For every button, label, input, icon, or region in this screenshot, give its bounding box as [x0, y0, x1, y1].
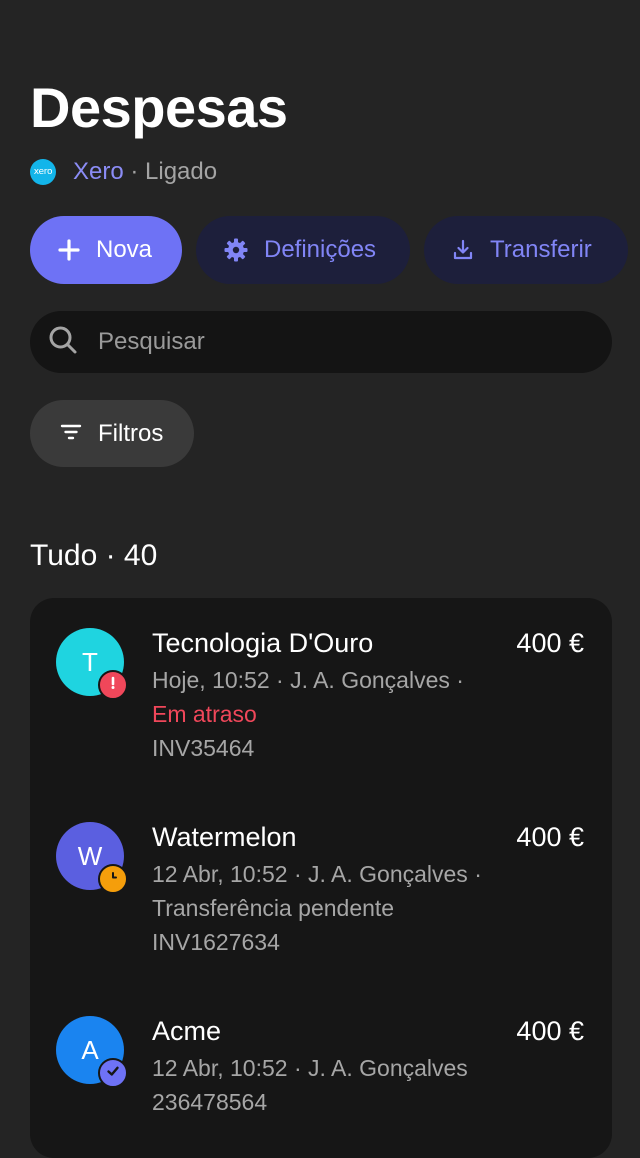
expense-status: Em atraso: [152, 701, 257, 727]
expense-amount: 400 €: [516, 1016, 584, 1046]
expense-status: Transferência pendente: [152, 895, 395, 921]
search-icon: [48, 325, 78, 360]
page-title: Despesas: [30, 76, 288, 139]
download-button[interactable]: Transferir: [424, 216, 628, 284]
vendor-name: Acme: [152, 1016, 222, 1046]
filters-label: Filtros: [98, 419, 164, 447]
invoice-reference: 236478564: [152, 1089, 268, 1115]
expense-amount: 400 €: [516, 628, 584, 658]
new-expense-button[interactable]: Nova: [30, 216, 182, 284]
download-icon: [452, 239, 474, 261]
vendor-name: Watermelon: [152, 822, 297, 852]
expense-row[interactable]: T Tecnologia D'Ouro 400 € Hoje, 10:52 · …: [30, 598, 612, 792]
plus-icon: [58, 239, 80, 261]
overdue-badge: [98, 670, 128, 700]
vendor-name: Tecnologia D'Ouro: [152, 628, 374, 658]
invoice-reference: INV1627634: [152, 929, 280, 955]
search-bar: [30, 311, 612, 373]
filters-button[interactable]: Filtros: [30, 400, 194, 467]
expense-row[interactable]: W Watermelon 400 € 12 Abr, 10:52 · J. A.…: [30, 792, 612, 986]
integration-status: xero Xero · Ligado: [30, 156, 217, 188]
expense-row[interactable]: A Acme 400 € 12 Abr, 10:52 · J. A. Gonça…: [30, 986, 612, 1158]
settings-button[interactable]: Definições: [196, 216, 410, 284]
integration-name[interactable]: Xero: [73, 158, 124, 186]
expense-amount: 400 €: [516, 822, 584, 852]
xero-logo-text: xero: [33, 167, 53, 177]
expense-meta: Hoje, 10:52 · J. A. Gonçalves ·: [152, 667, 464, 693]
avatar-initial: A: [81, 1034, 99, 1065]
expense-meta: 12 Abr, 10:52 · J. A. Gonçalves: [152, 1055, 468, 1081]
expense-list: T Tecnologia D'Ouro 400 € Hoje, 10:52 · …: [30, 598, 612, 1158]
integration-status-text: Ligado: [145, 158, 218, 185]
new-expense-label: Nova: [96, 236, 153, 263]
search-input[interactable]: [96, 327, 560, 357]
section-title: Tudo · 40: [30, 539, 158, 572]
clock-icon: [106, 870, 120, 889]
check-icon: [105, 1063, 121, 1084]
xero-logo: xero: [30, 159, 56, 185]
gear-icon: [224, 238, 248, 262]
exclamation-icon: [106, 676, 120, 695]
action-bar: Nova Definições Transferir: [30, 216, 628, 284]
download-label: Transferir: [490, 236, 592, 263]
expense-meta: 12 Abr, 10:52 · J. A. Gonçalves ·: [152, 861, 482, 887]
avatar-initial: T: [82, 646, 98, 677]
pending-badge: [98, 864, 128, 894]
filter-icon: [60, 420, 82, 448]
settings-label: Definições: [264, 236, 377, 263]
paid-badge: [98, 1058, 128, 1088]
invoice-reference: INV35464: [152, 735, 255, 761]
integration-separator: ·: [123, 158, 146, 185]
avatar-initial: W: [77, 840, 103, 871]
